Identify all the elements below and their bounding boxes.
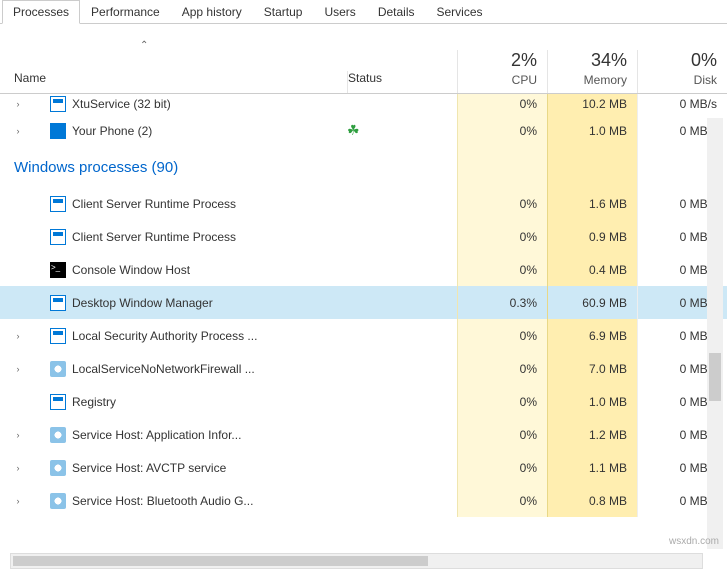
memory-value: 6.9 MB xyxy=(547,319,637,352)
cpu-value: 0% xyxy=(457,187,547,220)
tab-app-history[interactable]: App history xyxy=(171,0,253,23)
process-row[interactable]: › Service Host: Application Infor... 0% … xyxy=(0,418,727,451)
memory-value: 10.2 MB xyxy=(547,94,637,114)
tab-details[interactable]: Details xyxy=(367,0,426,23)
memory-value: 7.0 MB xyxy=(547,352,637,385)
memory-value: 1.6 MB xyxy=(547,187,637,220)
process-row[interactable]: Registry 0% 1.0 MB 0 MB/s xyxy=(0,385,727,418)
memory-value: 1.2 MB xyxy=(547,418,637,451)
chevron-up-icon[interactable]: ⌃ xyxy=(140,40,148,51)
tab-bar: ProcessesPerformanceApp historyStartupUs… xyxy=(0,0,727,24)
gear-icon xyxy=(50,361,66,377)
memory-value: 1.0 MB xyxy=(547,114,637,147)
process-row[interactable]: Client Server Runtime Process 0% 1.6 MB … xyxy=(0,187,727,220)
app-icon xyxy=(50,96,66,112)
process-name: Client Server Runtime Process xyxy=(72,197,236,211)
process-name: Registry xyxy=(72,395,116,409)
process-list[interactable]: › XtuService (32 bit) 0% 10.2 MB 0 MB/s … xyxy=(0,94,727,544)
expand-toggle[interactable]: › xyxy=(12,364,24,374)
process-row[interactable]: › Your Phone (2) ☘ 0% 1.0 MB 0 MB/s xyxy=(0,114,727,147)
process-name: Console Window Host xyxy=(72,263,190,277)
cpu-value: 0% xyxy=(457,418,547,451)
cpu-value: 0.3% xyxy=(457,286,547,319)
memory-value: 60.9 MB xyxy=(547,286,637,319)
app-icon xyxy=(50,229,66,245)
memory-value: 1.0 MB xyxy=(547,385,637,418)
gear-icon xyxy=(50,493,66,509)
column-disk[interactable]: 0% Disk xyxy=(637,50,727,93)
column-cpu[interactable]: 2% CPU xyxy=(457,50,547,93)
column-memory[interactable]: 34% Memory xyxy=(547,50,637,93)
horizontal-scrollbar[interactable] xyxy=(10,553,703,569)
process-row[interactable]: › Service Host: AVCTP service 0% 1.1 MB … xyxy=(0,451,727,484)
app-icon xyxy=(50,295,66,311)
expand-toggle[interactable]: › xyxy=(12,430,24,440)
cpu-value: 0% xyxy=(457,385,547,418)
cpu-value: 0% xyxy=(457,114,547,147)
expand-toggle[interactable]: › xyxy=(12,99,24,109)
process-name: Service Host: AVCTP service xyxy=(72,461,226,475)
gear-icon xyxy=(50,460,66,476)
process-name: Desktop Window Manager xyxy=(72,296,213,310)
console-icon xyxy=(50,262,66,278)
process-name: Service Host: Bluetooth Audio G... xyxy=(72,494,253,508)
app-icon xyxy=(50,394,66,410)
process-name: LocalServiceNoNetworkFirewall ... xyxy=(72,362,255,376)
gear-icon xyxy=(50,427,66,443)
tab-startup[interactable]: Startup xyxy=(253,0,314,23)
vertical-scrollbar[interactable] xyxy=(707,118,723,549)
process-name: Your Phone (2) xyxy=(72,124,152,138)
cpu-value: 0% xyxy=(457,484,547,517)
process-name: Local Security Authority Process ... xyxy=(72,329,257,343)
watermark: wsxdn.com xyxy=(669,536,719,547)
cpu-value: 0% xyxy=(457,451,547,484)
group-header-windows-processes[interactable]: Windows processes (90) xyxy=(0,147,727,187)
expand-toggle[interactable]: › xyxy=(12,463,24,473)
cpu-value: 0% xyxy=(457,319,547,352)
process-row[interactable]: › XtuService (32 bit) 0% 10.2 MB 0 MB/s xyxy=(0,94,727,114)
memory-value: 0.9 MB xyxy=(547,220,637,253)
disk-value: 0 MB/s xyxy=(637,94,727,114)
expand-toggle[interactable]: › xyxy=(12,496,24,506)
cpu-value: 0% xyxy=(457,220,547,253)
process-row[interactable]: › Local Security Authority Process ... 0… xyxy=(0,319,727,352)
column-name[interactable]: Name xyxy=(0,71,347,93)
process-row[interactable]: Console Window Host 0% 0.4 MB 0 MB/s xyxy=(0,253,727,286)
group-title: Windows processes (90) xyxy=(14,159,347,176)
app-icon xyxy=(50,196,66,212)
expand-toggle[interactable]: › xyxy=(12,126,24,136)
memory-value: 0.8 MB xyxy=(547,484,637,517)
tab-processes[interactable]: Processes xyxy=(2,0,80,24)
process-name: Client Server Runtime Process xyxy=(72,230,236,244)
tab-users[interactable]: Users xyxy=(313,0,366,23)
process-row[interactable]: Client Server Runtime Process 0% 0.9 MB … xyxy=(0,220,727,253)
memory-value: 1.1 MB xyxy=(547,451,637,484)
cpu-value: 0% xyxy=(457,352,547,385)
tab-services[interactable]: Services xyxy=(426,0,494,23)
memory-value: 0.4 MB xyxy=(547,253,637,286)
process-name: Service Host: Application Infor... xyxy=(72,428,241,442)
app-icon xyxy=(50,328,66,344)
process-row[interactable]: Desktop Window Manager 0.3% 60.9 MB 0 MB… xyxy=(0,286,727,319)
process-name: XtuService (32 bit) xyxy=(72,97,171,111)
process-row[interactable]: › LocalServiceNoNetworkFirewall ... 0% 7… xyxy=(0,352,727,385)
phone-icon xyxy=(50,123,66,139)
process-row[interactable]: › Service Host: Bluetooth Audio G... 0% … xyxy=(0,484,727,517)
cpu-value: 0% xyxy=(457,94,547,114)
column-headers: ⌃ Name Status 2% CPU 34% Memory 0% Disk xyxy=(0,24,727,94)
tab-performance[interactable]: Performance xyxy=(80,0,171,23)
column-status[interactable]: Status xyxy=(347,71,457,93)
leaf-icon: ☘ xyxy=(347,122,360,139)
cpu-value: 0% xyxy=(457,253,547,286)
expand-toggle[interactable]: › xyxy=(12,331,24,341)
